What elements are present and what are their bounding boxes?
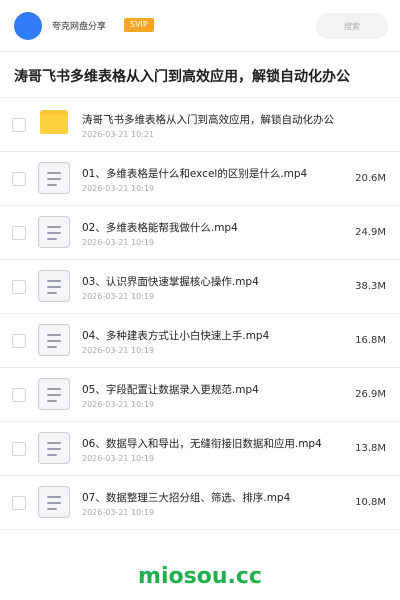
folder-row[interactable]: 涛哥飞书多维表格从入门到高效应用，解锁自动化办公 2026-03-21 10:21 <box>0 98 400 152</box>
file-list: 涛哥飞书多维表格从入门到高效应用，解锁自动化办公 2026-03-21 10:21… <box>0 98 400 530</box>
item-name[interactable]: 05、字段配置让数据录入更规范.mp4 <box>82 382 259 397</box>
file-row[interactable]: 03、认识界面快速掌握核心操作.mp4 2026-03-21 10:19 38.3M <box>0 260 400 314</box>
item-size: 10.8M <box>355 497 386 508</box>
item-name[interactable]: 04、多种建表方式让小白快速上手.mp4 <box>82 328 269 343</box>
row-checkbox[interactable] <box>12 388 26 402</box>
document-file-icon <box>38 270 70 302</box>
item-size: 24.9M <box>355 227 386 238</box>
watermark-brand: miosou.cc <box>138 564 262 589</box>
file-row[interactable]: 04、多种建表方式让小白快速上手.mp4 2026-03-21 10:19 16.8… <box>0 314 400 368</box>
document-file-icon <box>38 162 70 194</box>
file-row[interactable]: 06、数据导入和导出，无缝衔接旧数据和应用.mp4 2026-03-21 10:1… <box>0 422 400 476</box>
item-name[interactable]: 07、数据整理三大招分组、筛选、排序.mp4 <box>82 490 290 505</box>
document-file-icon <box>38 324 70 356</box>
item-size: 38.3M <box>355 281 386 292</box>
item-date: 2026-03-21 10:19 <box>82 238 155 247</box>
svip-badge: SVIP <box>124 18 154 32</box>
folder-title-row: 涛哥飞书多维表格从入门到高效应用，解锁自动化办公 <box>0 52 400 98</box>
search-input[interactable] <box>316 13 388 39</box>
row-checkbox[interactable] <box>12 226 26 240</box>
row-checkbox[interactable] <box>12 118 26 132</box>
document-file-icon <box>38 486 70 518</box>
row-checkbox[interactable] <box>12 442 26 456</box>
row-checkbox[interactable] <box>12 496 26 510</box>
item-name[interactable]: 02、多维表格能帮我做什么.mp4 <box>82 220 238 235</box>
item-date: 2026-03-21 10:21 <box>82 130 155 139</box>
document-file-icon <box>38 216 70 248</box>
item-date: 2026-03-21 10:19 <box>82 292 155 301</box>
share-page: 夸克网盘分享 SVIP 涛哥飞书多维表格从入门到高效应用，解锁自动化办公 涛哥飞… <box>0 0 400 600</box>
item-date: 2026-03-21 10:19 <box>82 508 155 517</box>
item-name[interactable]: 01、多维表格是什么和excel的区别是什么.mp4 <box>82 166 307 181</box>
document-file-icon <box>38 432 70 464</box>
item-size: 13.8M <box>355 443 386 454</box>
item-date: 2026-03-21 10:19 <box>82 184 155 193</box>
item-name[interactable]: 06、数据导入和导出，无缝衔接旧数据和应用.mp4 <box>82 436 322 451</box>
header: 夸克网盘分享 SVIP <box>0 0 400 52</box>
row-checkbox[interactable] <box>12 280 26 294</box>
avatar[interactable] <box>14 12 42 40</box>
file-row[interactable]: 01、多维表格是什么和excel的区别是什么.mp4 2026-03-21 10:… <box>0 152 400 206</box>
share-owner-name: 夸克网盘分享 <box>52 22 107 32</box>
item-size: 20.6M <box>355 173 386 184</box>
file-row[interactable]: 02、多维表格能帮我做什么.mp4 2026-03-21 10:19 24.9M <box>0 206 400 260</box>
row-checkbox[interactable] <box>12 334 26 348</box>
row-checkbox[interactable] <box>12 172 26 186</box>
file-row[interactable]: 07、数据整理三大招分组、筛选、排序.mp4 2026-03-21 10:19 10… <box>0 476 400 530</box>
page-title: 涛哥飞书多维表格从入门到高效应用，解锁自动化办公 <box>14 69 350 85</box>
item-name[interactable]: 涛哥飞书多维表格从入门到高效应用，解锁自动化办公 <box>82 112 334 127</box>
item-size: 16.8M <box>355 335 386 346</box>
item-size: 26.9M <box>355 389 386 400</box>
file-row[interactable]: 05、字段配置让数据录入更规范.mp4 2026-03-21 10:19 26.9M <box>0 368 400 422</box>
item-name[interactable]: 03、认识界面快速掌握核心操作.mp4 <box>82 274 259 289</box>
document-file-icon <box>38 378 70 410</box>
item-date: 2026-03-21 10:19 <box>82 400 155 409</box>
item-date: 2026-03-21 10:19 <box>82 346 155 355</box>
item-date: 2026-03-21 10:19 <box>82 454 155 463</box>
folder-icon <box>40 110 68 134</box>
